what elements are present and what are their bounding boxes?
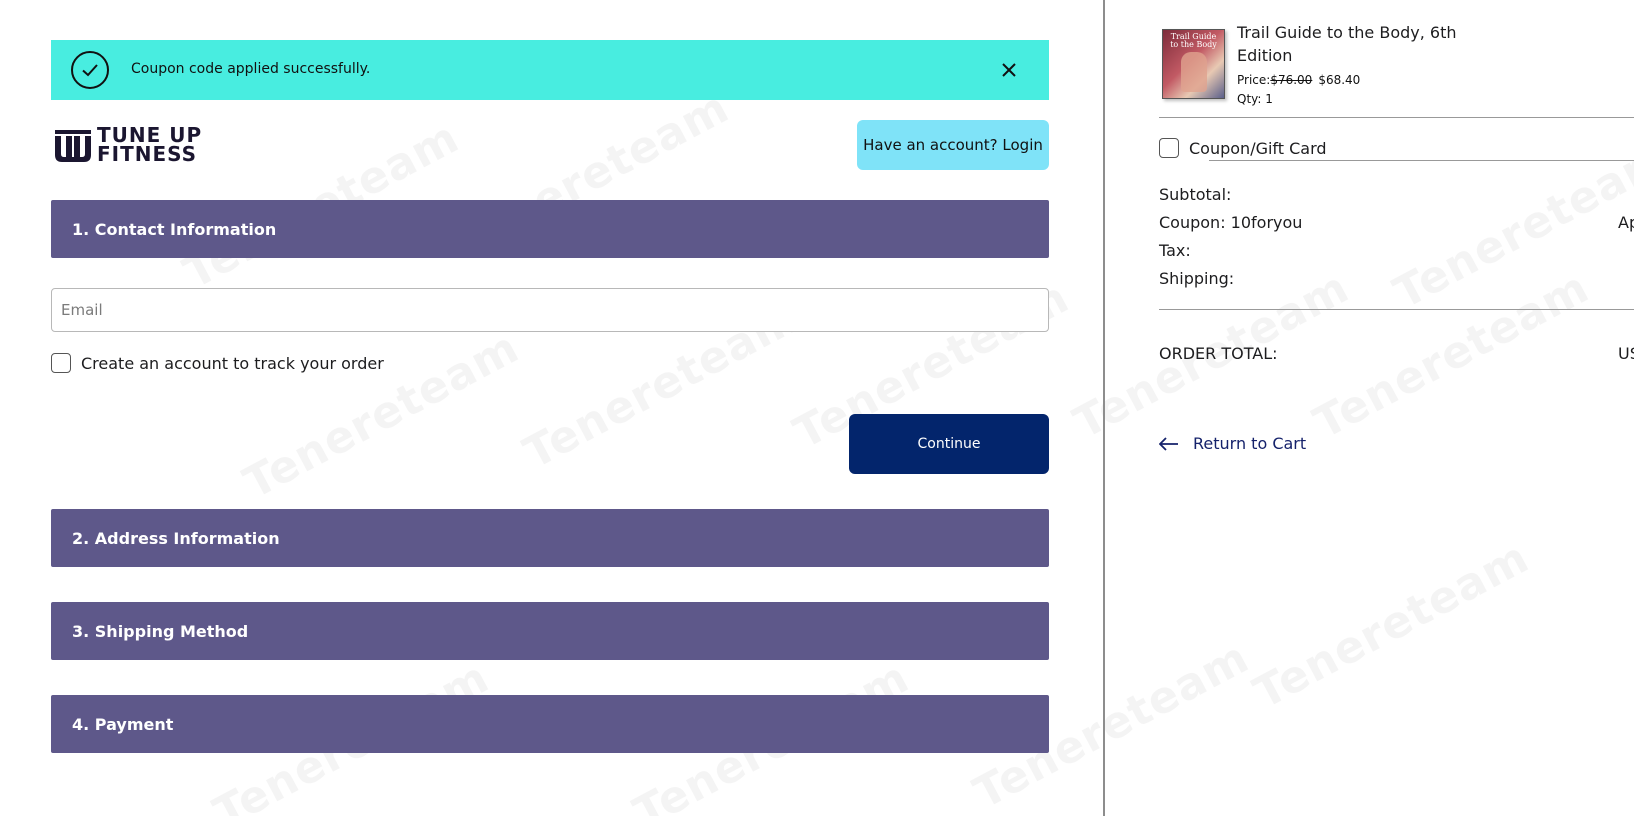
- create-account-label: Create an account to track your order: [81, 353, 384, 373]
- coupon-toggle-row[interactable]: Coupon/Gift Card: [1159, 138, 1327, 158]
- return-to-cart-label: Return to Cart: [1193, 434, 1307, 453]
- order-total-label: ORDER TOTAL:: [1159, 344, 1278, 363]
- arrow-left-icon: [1159, 436, 1178, 451]
- cover-figure: [1181, 52, 1207, 92]
- cover-title: Trail Guide to the Body: [1170, 32, 1217, 49]
- success-alert: Coupon code applied successfully.: [51, 40, 1049, 100]
- checkout-panel: Coupon code applied successfully. TUNE U…: [0, 0, 1103, 816]
- logo-line-2: FITNESS: [97, 142, 198, 166]
- section-shipping-header[interactable]: 3. Shipping Method: [51, 602, 1049, 660]
- close-icon[interactable]: [997, 58, 1021, 82]
- divider-line: [1159, 117, 1634, 118]
- coupon-value: Ap: [1618, 213, 1634, 232]
- email-input[interactable]: [51, 288, 1049, 332]
- create-account-checkbox[interactable]: [51, 353, 71, 373]
- alert-message: Coupon code applied successfully.: [131, 61, 371, 77]
- section-address-header[interactable]: 2. Address Information: [51, 509, 1049, 567]
- coupon-checkbox[interactable]: [1159, 138, 1179, 158]
- order-total-value: US: [1618, 344, 1634, 363]
- section-payment-header[interactable]: 4. Payment: [51, 695, 1049, 753]
- section-contact-header[interactable]: 1. Contact Information: [51, 200, 1049, 258]
- coupon-label: Coupon: 10foryou: [1159, 213, 1303, 232]
- coupon-toggle-label: Coupon/Gift Card: [1189, 138, 1327, 158]
- old-price: $76.00: [1270, 73, 1313, 87]
- return-to-cart-link[interactable]: Return to Cart: [1159, 434, 1306, 453]
- product-price: Price:$76.00 $68.40: [1237, 73, 1360, 87]
- check-circle-icon: [71, 51, 109, 89]
- new-price: $68.40: [1318, 73, 1361, 87]
- login-button[interactable]: Have an account? Login: [857, 120, 1049, 170]
- shipping-label: Shipping:: [1159, 269, 1235, 288]
- price-label: Price:: [1237, 73, 1271, 87]
- tax-label: Tax:: [1159, 241, 1191, 260]
- logo-mark-icon: [55, 129, 91, 162]
- subtotal-label: Subtotal:: [1159, 185, 1232, 204]
- product-qty: Qty: 1: [1237, 92, 1273, 106]
- product-thumbnail[interactable]: Trail Guide to the Body: [1162, 29, 1225, 99]
- create-account-row[interactable]: Create an account to track your order: [51, 353, 384, 373]
- product-title[interactable]: Trail Guide to the Body, 6th Edition: [1237, 21, 1477, 67]
- continue-button[interactable]: Continue: [849, 414, 1049, 474]
- order-summary-panel: Trail Guide to the Body Trail Guide to t…: [1105, 0, 1634, 816]
- divider-line: [1209, 160, 1634, 161]
- brand-logo[interactable]: TUNE UP FITNESS: [53, 125, 202, 166]
- divider-line: [1159, 309, 1634, 310]
